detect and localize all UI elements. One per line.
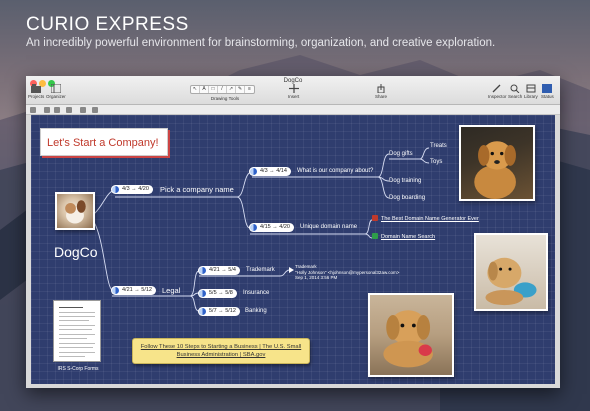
inspector-button[interactable]: Inspector xyxy=(488,84,507,99)
dog-photo-1[interactable] xyxy=(459,125,535,201)
search-button[interactable]: Search xyxy=(508,84,522,99)
link-green-icon xyxy=(372,233,378,239)
irs-form-document[interactable] xyxy=(53,300,101,362)
sba-link-note[interactable]: Follow These 10 Steps to Starting a Busi… xyxy=(132,338,310,364)
node-what-is-company-about[interactable]: What is our company about? xyxy=(297,168,373,174)
library-label: Library xyxy=(524,94,538,99)
insert-button[interactable]: Insert xyxy=(288,84,299,99)
attachment-icon[interactable] xyxy=(80,107,86,113)
sba-link-text[interactable]: Follow These 10 Steps to Starting a Busi… xyxy=(133,339,309,359)
status-icon xyxy=(542,84,553,93)
drawing-tools-group: ↖ A □ / ↗ ✎ ≡ xyxy=(190,85,255,94)
projects-button[interactable]: Projects xyxy=(28,84,44,99)
search-icon xyxy=(510,84,520,93)
organizer-icon xyxy=(50,84,61,93)
legal-dates[interactable]: 4/21 → 5/12 xyxy=(111,286,156,295)
center-node-image[interactable] xyxy=(55,192,95,230)
trademark-email-note[interactable]: Trademark "Holly Johnson" <hjohnson@mype… xyxy=(295,264,399,281)
list-icon[interactable] xyxy=(30,107,36,113)
secondary-toolbar xyxy=(26,105,560,115)
flag-icon[interactable] xyxy=(54,107,60,113)
clock-icon xyxy=(112,287,119,294)
what-is-dates[interactable]: 4/3 → 4/14 xyxy=(249,167,291,176)
share-label: Share xyxy=(375,94,388,99)
search-label: Search xyxy=(508,94,523,99)
unique-domain-dates[interactable]: 4/15 → 4/20 xyxy=(249,223,294,232)
node-trademark[interactable]: Trademark xyxy=(246,267,275,273)
start-card-title: Let's Start a Company! xyxy=(47,137,159,149)
hero-title: CURIO EXPRESS xyxy=(26,14,189,35)
node-unique-domain-name[interactable]: Unique domain name xyxy=(300,224,357,230)
node-pick-company-name[interactable]: Pick a company name xyxy=(160,185,234,194)
status-label: Status xyxy=(541,94,554,99)
link-red-icon xyxy=(372,215,378,221)
puppy-image xyxy=(65,200,86,224)
clock-icon xyxy=(199,267,206,274)
dog-image xyxy=(474,141,516,199)
connector-tool[interactable]: ↗ xyxy=(227,86,236,93)
node-toys[interactable]: Toys xyxy=(430,159,442,165)
node-treats[interactable]: Treats xyxy=(430,143,447,149)
shape-tool[interactable]: □ xyxy=(209,86,218,93)
insert-label: Insert xyxy=(288,94,300,99)
dog-photo-2[interactable] xyxy=(474,233,548,311)
share-icon xyxy=(377,84,385,93)
format-tool[interactable]: ≡ xyxy=(245,86,254,93)
node-dog-training[interactable]: Dog training xyxy=(389,178,421,184)
library-icon xyxy=(526,84,536,93)
center-node-label[interactable]: DogCo xyxy=(54,244,98,260)
text-tool[interactable]: A xyxy=(200,86,209,93)
status-button[interactable]: Status xyxy=(541,84,554,99)
insurance-dates[interactable]: 5/5 → 5/8 xyxy=(198,289,237,298)
note-date: Sep 1, 2014 3:56 PM xyxy=(295,275,338,280)
link-domain-generator[interactable]: The Best Domain Name Generator Ever xyxy=(372,215,479,222)
projects-label: Projects xyxy=(28,94,45,99)
drawing-tools-label: Drawing Tools xyxy=(210,96,240,101)
organizer-label: Organizer xyxy=(46,94,66,99)
projects-icon xyxy=(31,84,42,93)
plus-icon xyxy=(288,84,299,93)
clock-icon xyxy=(112,186,119,193)
info-icon[interactable] xyxy=(66,107,72,113)
share-button[interactable]: Share xyxy=(375,84,387,99)
pointer-tool[interactable]: ↖ xyxy=(191,86,200,93)
node-legal[interactable]: Legal xyxy=(162,286,180,295)
inspector-label: Inspector xyxy=(488,94,507,99)
inspector-icon xyxy=(492,84,501,93)
clock-icon xyxy=(199,308,206,315)
window-titlebar: DogCo Projects Organizer ↖ A □ / ↗ ✎ ≡ D… xyxy=(26,76,560,105)
library-button[interactable]: Library xyxy=(524,84,538,99)
start-card[interactable]: Let's Start a Company! xyxy=(40,128,168,156)
trademark-dates[interactable]: 4/21 → 5/4 xyxy=(198,266,240,275)
organizer-button[interactable]: Organizer xyxy=(46,84,66,99)
pick-name-dates[interactable]: 4/3 → 4/20 xyxy=(111,185,153,194)
node-insurance[interactable]: Insurance xyxy=(243,290,269,296)
clock-icon xyxy=(250,168,257,175)
irs-form-label: IRS S-Corp Forms xyxy=(57,366,99,372)
pen-tool[interactable]: ✎ xyxy=(236,86,245,93)
clock-icon xyxy=(250,224,257,231)
dog-photo-3[interactable] xyxy=(368,293,454,377)
node-dog-boarding[interactable]: Dog boarding xyxy=(389,195,425,201)
tag-icon[interactable] xyxy=(44,107,50,113)
hero-subtitle: An incredibly powerful environment for b… xyxy=(26,37,496,49)
trash-icon[interactable] xyxy=(92,107,98,113)
node-banking[interactable]: Banking xyxy=(245,308,267,314)
clock-icon xyxy=(199,290,206,297)
dog-with-toy-image xyxy=(485,257,537,306)
line-tool[interactable]: / xyxy=(218,86,227,93)
node-dog-gifts[interactable]: Dog gifts xyxy=(389,151,413,157)
puppy-chewing-image xyxy=(383,310,433,368)
link-domain-search[interactable]: Domain Name Search xyxy=(372,233,435,240)
banking-dates[interactable]: 5/7 → 5/12 xyxy=(198,307,240,316)
